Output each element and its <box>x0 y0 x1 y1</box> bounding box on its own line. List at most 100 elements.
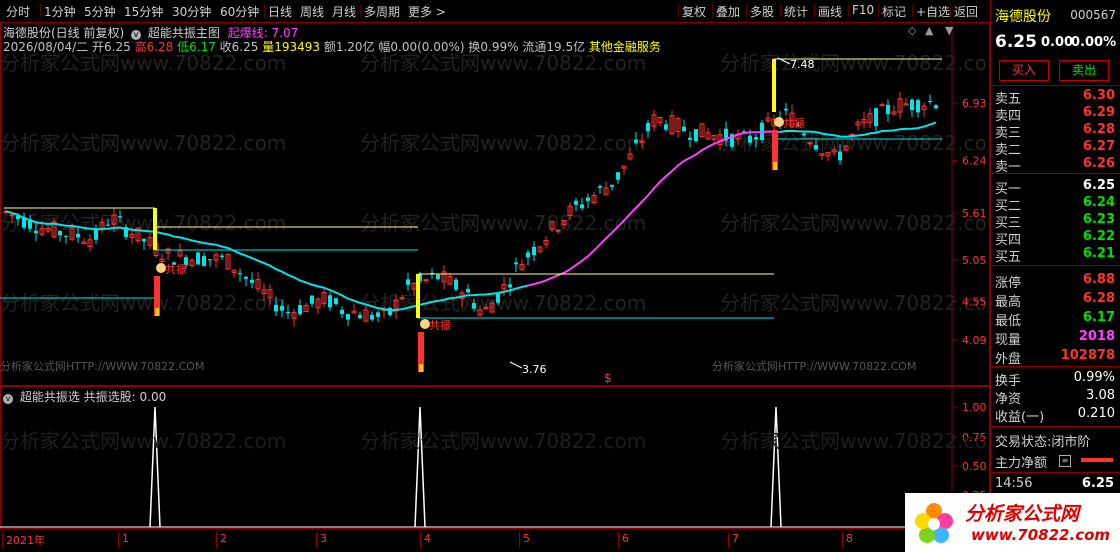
toolbar-action-4[interactable]: 画线 <box>818 3 842 20</box>
indicator-subchart[interactable]: 1.000.750.500.25分析家公式网www.70822.com分析家公式… <box>0 386 990 529</box>
spike-1 <box>414 406 426 528</box>
toolbar-action-0[interactable]: 复权 <box>682 3 706 20</box>
diamond-icon[interactable]: ◇ <box>908 24 916 37</box>
watermark-8: 分析家公式网www.70822.com <box>720 211 990 235</box>
period-tab-5[interactable]: 60分钟 <box>220 3 259 20</box>
period-tab-6[interactable]: 日线 <box>268 3 292 20</box>
resonance-label-0: 共振 <box>165 262 187 276</box>
signal-flame-tip-0 <box>155 308 159 316</box>
subchart-title: 超能共振选 共振选股: 0.00 <box>19 390 167 404</box>
trade-status-value: 闭市阶 <box>1051 435 1091 450</box>
period-toolbar: 分时 1分钟 5分钟 15分钟 30分钟 60分钟 日线 周线 月线 多周期 更多 > 复权 叠加 多股统… <box>0 0 990 23</box>
ask-row-4[interactable]: 卖一 6.26 <box>995 156 1117 175</box>
stat2-label: 换手 <box>995 374 1022 389</box>
stat2-value: 3.08 <box>1086 388 1115 403</box>
candle-body <box>574 200 578 205</box>
sub-watermark-1: 分析家公式网www.70822.com <box>360 429 646 453</box>
stat-label: 最低 <box>995 314 1022 329</box>
period-tab-7[interactable]: 周线 <box>300 3 324 20</box>
candle-body <box>934 105 938 109</box>
candle-body <box>328 295 332 308</box>
period-tab-8[interactable]: 月线 <box>332 3 356 20</box>
stat-label: 外盘 <box>995 352 1022 367</box>
list-icon[interactable]: ≡ <box>1059 455 1071 467</box>
toolbar-action-1[interactable]: 叠加 <box>716 3 740 20</box>
period-tab-9[interactable]: 多周期 <box>364 3 400 20</box>
stat-value: 6.88 <box>1082 272 1115 287</box>
stat2-row-0: 换手 0.99% <box>995 370 1117 389</box>
bid-row-3[interactable]: 买四 6.22 <box>995 229 1117 248</box>
stock-name: 海德股份 <box>995 9 1051 25</box>
candlestick-chart[interactable]: 分析家公式网www.70822.com 分析家公式网www.70822.com 分析… <box>0 22 990 386</box>
candle-body <box>598 186 602 188</box>
sell-button[interactable]: 卖出 <box>1059 60 1109 81</box>
period-tab-2[interactable]: 5分钟 <box>84 3 116 20</box>
time-axis-label-0: 2021年 <box>2 532 45 548</box>
resonance-label-2: 共振 <box>783 116 805 130</box>
signal-bar-1 <box>416 274 420 318</box>
toolbar-action-5[interactable]: F10 <box>852 3 874 17</box>
bid-row-1[interactable]: 买二 6.24 <box>995 195 1117 214</box>
period-tab-4[interactable]: 30分钟 <box>172 3 211 20</box>
candle-body <box>106 224 110 226</box>
signal-bar-0 <box>153 208 157 250</box>
candle-body <box>874 108 878 127</box>
info-seg-9: 流通19.5亿 <box>522 40 589 54</box>
subchart-settings-icon[interactable]: v <box>3 394 13 404</box>
candle-body <box>664 124 668 130</box>
toolbar-action-3[interactable]: 统计 <box>784 3 808 20</box>
bid-price: 6.24 <box>1082 195 1115 210</box>
main-flow-bar <box>1081 458 1113 462</box>
sub-watermark-0: 分析家公式网www.70822.com <box>0 429 286 453</box>
signal-flame-tip-1 <box>419 364 423 372</box>
bid-price: 6.25 <box>1082 178 1115 193</box>
period-tab-1[interactable]: 1分钟 <box>44 3 76 20</box>
candle-body <box>244 276 248 279</box>
info-seg-1: 开6.25 <box>92 40 135 54</box>
stat-value: 6.28 <box>1082 291 1115 306</box>
period-tab-10[interactable]: 更多 > <box>408 3 446 20</box>
bid-row-0[interactable]: 买一 6.25 <box>995 178 1117 197</box>
candle-body <box>580 204 584 209</box>
candle-body <box>208 259 212 261</box>
toolbar-action-2[interactable]: 多股 <box>750 3 774 20</box>
up-arrow-icon[interactable]: ▲ <box>925 24 933 37</box>
price-axis-label-3: 5.05 <box>962 254 987 267</box>
candle-body <box>694 129 698 141</box>
down-arrow-icon[interactable]: ▼ <box>945 24 953 37</box>
stat2-row-2: 收益(一) 0.210 <box>995 406 1117 425</box>
stat-value: 102878 <box>1060 348 1115 363</box>
signal-bar-2 <box>772 59 776 112</box>
toolbar-action-7[interactable]: +自选 <box>916 3 950 20</box>
candle-body <box>220 255 224 258</box>
candle-body <box>298 305 302 315</box>
price-axis-label-1: 6.24 <box>962 155 987 168</box>
buy-button[interactable]: 买入 <box>999 60 1049 81</box>
candle-body <box>784 108 788 111</box>
period-tab-0[interactable]: 分时 <box>6 3 30 20</box>
time-axis-label-6: 6 <box>618 532 629 548</box>
ask-row-2[interactable]: 卖三 6.28 <box>995 122 1117 141</box>
toolbar-action-8[interactable]: 返回 <box>954 3 978 20</box>
candle-body <box>454 279 458 290</box>
sub-axis-label-2: 0.50 <box>962 460 987 473</box>
ask-price: 6.26 <box>1082 156 1115 171</box>
stat2-value: 0.210 <box>1077 406 1115 421</box>
ask-row-1[interactable]: 卖四 6.29 <box>995 105 1117 124</box>
sub-axis-label-0: 1.00 <box>962 401 987 414</box>
ask-row-0[interactable]: 卖五 6.30 <box>995 88 1117 107</box>
stat-value: 2018 <box>1078 329 1115 344</box>
watermark-3: 分析家公式网www.70822.com <box>0 131 286 155</box>
flower-logo-icon <box>915 503 953 543</box>
candle-body <box>196 252 200 265</box>
bid-row-4[interactable]: 买五 6.21 <box>995 246 1117 265</box>
info-seg-10: 其他金融服务 <box>588 40 661 54</box>
period-tab-3[interactable]: 15分钟 <box>124 3 163 20</box>
time-axis-label-2: 2 <box>216 532 227 548</box>
ask-row-3[interactable]: 卖二 6.27 <box>995 139 1117 158</box>
toolbar-action-6[interactable]: 标记 <box>882 3 906 20</box>
watermark-11: 分析家公式网www.70822.com <box>720 291 990 315</box>
bid-row-2[interactable]: 买三 6.23 <box>995 212 1117 231</box>
subchart-header: v 超能共振选 共振选股: 0.00 <box>3 388 166 405</box>
stat2-row-1: 净资 3.08 <box>995 388 1117 407</box>
